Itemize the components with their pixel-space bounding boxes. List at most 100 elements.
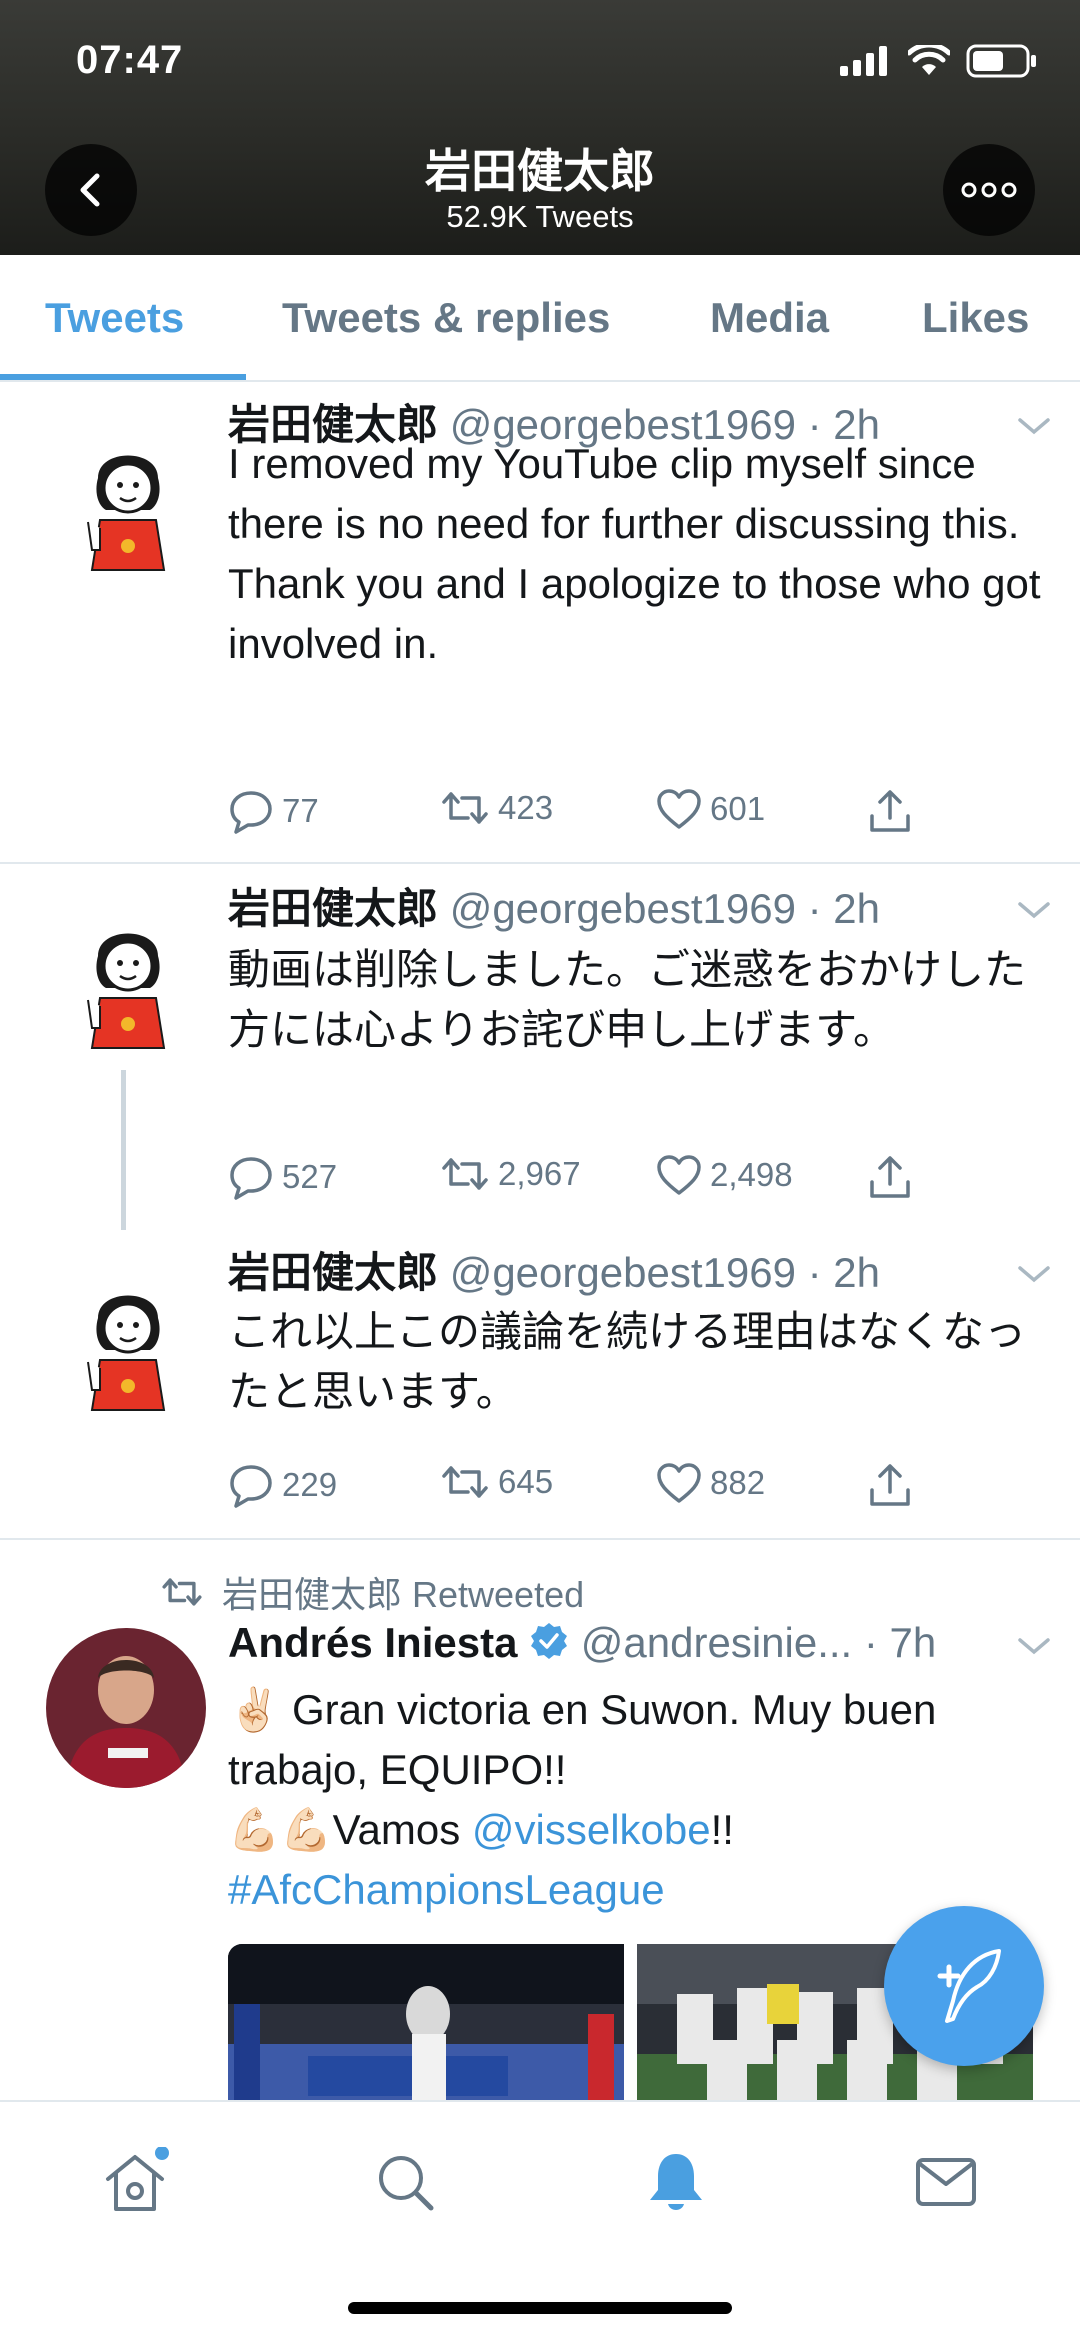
share-icon[interactable] (868, 788, 912, 834)
verified-badge-icon (531, 1623, 568, 1659)
tweet-header: Andrés Iniesta @andresinie... · 7h (228, 1618, 936, 1668)
status-time: 07:47 (76, 38, 184, 82)
more-dots-icon (961, 182, 1017, 198)
profile-tabs: Tweets Tweets & replies Media Likes (0, 255, 1080, 382)
reply-button[interactable]: 229 (228, 1462, 337, 1508)
more-options-button[interactable] (943, 144, 1035, 236)
retweet-button[interactable]: 645 (440, 1462, 553, 1502)
media-photo-1[interactable] (228, 1944, 624, 2100)
nav-search[interactable] (365, 2142, 445, 2222)
avatar[interactable] (78, 908, 178, 1058)
status-icons (840, 44, 1038, 78)
nav-home[interactable] (95, 2142, 175, 2222)
profile-header: 07:47 岩田健太郎 52.9K Tweets (0, 0, 1080, 255)
reply-count: 527 (282, 1158, 338, 1195)
avatar[interactable] (46, 1628, 206, 1788)
mention-link[interactable]: @visselkobe (472, 1806, 711, 1853)
tweet-time: · 7h (863, 1619, 937, 1666)
search-icon (379, 2156, 434, 2211)
heart-icon (657, 1155, 701, 1195)
author-handle[interactable]: @georgebest1969 (450, 1249, 796, 1296)
match-photo (228, 1944, 624, 2100)
retweet-button[interactable]: 2,967 (440, 1154, 581, 1194)
tab-tweets[interactable]: Tweets (45, 255, 184, 380)
author-name[interactable]: Andrés Iniesta (228, 1619, 517, 1666)
compose-tweet-button[interactable] (884, 1906, 1044, 2066)
chevron-down-icon[interactable] (1016, 1634, 1052, 1658)
like-count: 601 (710, 790, 766, 827)
iniesta-photo (46, 1628, 206, 1788)
like-count: 2,498 (710, 1156, 793, 1193)
tweet-text: I removed my YouTube clip myself since t… (228, 440, 1041, 667)
author-handle[interactable]: @andresinie... (581, 1619, 852, 1666)
reply-button[interactable]: 527 (228, 1154, 337, 1200)
tweet[interactable]: 岩田健太郎 @georgebest1969 · 2h I removed my … (0, 382, 1080, 862)
tweet-line2-end: !! (710, 1806, 734, 1853)
like-button[interactable]: 601 (656, 788, 765, 830)
victory-hand-emoji: ✌🏻 (228, 1686, 281, 1733)
tab-likes[interactable]: Likes (922, 255, 1029, 380)
nav-notifications[interactable] (636, 2142, 716, 2222)
wifi-icon (908, 45, 950, 75)
retweet-count: 645 (498, 1463, 554, 1500)
battery-icon (966, 44, 1036, 78)
tweet-header: 岩田健太郎 @georgebest1969 · 2h (228, 884, 880, 934)
tweet-header: 岩田健太郎 @georgebest1969 · 2h (228, 1248, 880, 1298)
retweet-count: 2,967 (498, 1155, 581, 1192)
like-button[interactable]: 2,498 (656, 1154, 793, 1196)
tweet-line2-text: Vamos (332, 1806, 461, 1853)
share-icon[interactable] (868, 1462, 912, 1508)
chevron-down-icon[interactable] (1016, 1262, 1052, 1286)
reply-count: 77 (282, 792, 319, 829)
tweet-text: これ以上この議論を続ける理由はなくなったと思います。 (228, 1308, 1027, 1415)
flexed-biceps-emoji: 💪🏻💪🏻 (228, 1806, 333, 1853)
tweet[interactable]: 岩田健太郎 @georgebest1969 · 2h これ以上この議論を続ける理… (0, 1230, 1080, 1538)
tweet-time: · 2h (807, 1249, 880, 1296)
retweet-icon (442, 1158, 488, 1190)
nav-messages[interactable] (906, 2142, 986, 2222)
retweet-context-label: 岩田健太郎 Retweeted (222, 1574, 585, 1615)
retweet-icon (442, 1466, 488, 1498)
home-indicator (348, 2302, 732, 2314)
chevron-down-icon[interactable] (1016, 898, 1052, 922)
tweet-text: 動画は削除しました。ご迷惑をおかけした方には心よりお詫び申し上げます。 (228, 946, 1027, 1053)
reply-icon (230, 1157, 272, 1200)
like-count: 882 (710, 1464, 766, 1501)
author-name[interactable]: 岩田健太郎 (228, 885, 438, 932)
tweet-text-line1: ✌🏻 Gran victoria en Suwon. Muy buen trab… (228, 1680, 1048, 1800)
reply-icon (230, 791, 272, 834)
reply-button[interactable]: 77 (228, 788, 319, 834)
compose-tweet-icon (937, 1949, 1001, 2023)
retweet-small-icon (162, 1578, 202, 1606)
retweet-count: 423 (498, 789, 554, 826)
retweet-button[interactable]: 423 (440, 788, 553, 828)
retweet-icon (442, 792, 488, 824)
notifications-bell-icon (650, 2154, 702, 2210)
home-icon (106, 2147, 169, 2211)
tweet-text: ✌🏻 Gran victoria en Suwon. Muy buen trab… (228, 1680, 1048, 1920)
tweet-line1-text: Gran victoria en Suwon. Muy buen trabajo… (228, 1686, 937, 1793)
tweet-text-line2: 💪🏻💪🏻Vamos @visselkobe!! (228, 1800, 1048, 1860)
tweet-actions: 229 645 882 (228, 1462, 1028, 1518)
avatar[interactable] (78, 1270, 178, 1420)
tweet-time: · 2h (807, 885, 880, 932)
tab-tweets-replies[interactable]: Tweets & replies (282, 255, 610, 380)
tweet-actions: 527 2,967 2,498 (228, 1154, 1028, 1210)
profile-name: 岩田健太郎 (425, 145, 655, 197)
signal-icon (840, 46, 887, 76)
reply-icon (230, 1465, 272, 1508)
thread-connector (121, 1070, 126, 1230)
share-icon[interactable] (868, 1154, 912, 1200)
heart-icon (657, 789, 701, 829)
like-button[interactable]: 882 (656, 1462, 765, 1504)
active-tab-indicator (0, 374, 246, 380)
messages-envelope-icon (916, 2158, 976, 2206)
tweet[interactable]: 岩田健太郎 @georgebest1969 · 2h 動画は削除しました。ご迷惑… (0, 864, 1080, 1230)
retweet-context: 岩田健太郎 Retweeted (160, 1566, 584, 1618)
tab-media[interactable]: Media (710, 255, 829, 380)
reply-count: 229 (282, 1466, 338, 1503)
hashtag-link[interactable]: #AfcChampionsLeague (228, 1860, 1048, 1920)
author-handle[interactable]: @georgebest1969 (450, 885, 796, 932)
avatar[interactable] (78, 430, 178, 580)
author-name[interactable]: 岩田健太郎 (228, 1249, 438, 1296)
